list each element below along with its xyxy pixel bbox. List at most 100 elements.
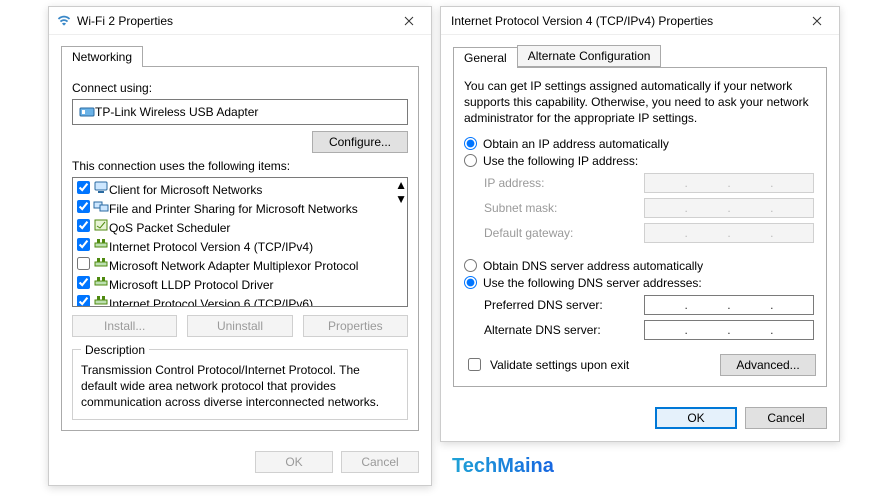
list-item[interactable]: Internet Protocol Version 6 (TCP/IPv6) xyxy=(73,292,395,306)
list-item-checkbox[interactable] xyxy=(77,295,90,306)
install-button[interactable]: Install... xyxy=(72,315,177,337)
preferred-dns-field[interactable]: . . . xyxy=(644,295,814,315)
close-button[interactable] xyxy=(797,8,837,34)
radio-ip-auto[interactable]: Obtain an IP address automatically xyxy=(464,137,816,151)
preferred-dns-octet-4[interactable] xyxy=(780,297,806,313)
list-item-checkbox[interactable] xyxy=(77,257,90,270)
properties-button[interactable]: Properties xyxy=(303,315,408,337)
general-panel: You can get IP settings assigned automat… xyxy=(453,68,827,387)
list-item-label: File and Printer Sharing for Microsoft N… xyxy=(109,202,358,216)
protocol-icon xyxy=(93,256,109,270)
radio-ip-auto-label: Obtain an IP address automatically xyxy=(483,137,669,151)
list-item-checkbox[interactable] xyxy=(77,181,90,194)
list-item-label: Microsoft LLDP Protocol Driver xyxy=(109,278,274,292)
alternate-dns-field[interactable]: . . . xyxy=(644,320,814,340)
protocol-icon xyxy=(93,180,109,194)
radio-dns-auto[interactable]: Obtain DNS server address automatically xyxy=(464,259,816,273)
titlebar: Wi-Fi 2 Properties xyxy=(49,7,431,35)
validate-settings-label: Validate settings upon exit xyxy=(490,358,629,372)
ok-button[interactable]: OK xyxy=(655,407,737,429)
dialog-body: General Alternate Configuration You can … xyxy=(441,35,839,397)
dialog-title: Internet Protocol Version 4 (TCP/IPv4) P… xyxy=(449,14,797,28)
radio-ip-manual-label: Use the following IP address: xyxy=(483,154,638,168)
subnet-mask-row: Subnet mask: ... xyxy=(484,198,816,218)
tab-alternate-configuration[interactable]: Alternate Configuration xyxy=(517,45,662,67)
tabrow: General Alternate Configuration xyxy=(453,45,827,68)
connect-using-label: Connect using: xyxy=(72,81,408,95)
protocol-icon xyxy=(93,199,109,213)
adapter-field: TP-Link Wireless USB Adapter xyxy=(72,99,408,125)
preferred-dns-octet-3[interactable] xyxy=(737,297,763,313)
description-groupbox: Description Transmission Control Protoco… xyxy=(72,349,408,420)
close-button[interactable] xyxy=(389,8,429,34)
subnet-mask-label: Subnet mask: xyxy=(484,201,644,215)
scroll-down-arrow[interactable]: ▼ xyxy=(395,192,407,206)
alternate-dns-octet-3[interactable] xyxy=(737,322,763,338)
dialog-footer: OK Cancel xyxy=(441,397,839,441)
validate-settings-input[interactable] xyxy=(468,358,481,371)
vertical-scrollbar[interactable]: ▲ ▼ xyxy=(395,178,407,306)
list-item-label: QoS Packet Scheduler xyxy=(109,221,230,235)
radio-ip-manual[interactable]: Use the following IP address: xyxy=(464,154,816,168)
list-item-label: Client for Microsoft Networks xyxy=(109,183,262,197)
scroll-up-arrow[interactable]: ▲ xyxy=(395,178,407,192)
list-item-checkbox[interactable] xyxy=(77,238,90,251)
list-item-checkbox[interactable] xyxy=(77,200,90,213)
list-item[interactable]: QoS Packet Scheduler xyxy=(73,216,395,235)
wifi-icon xyxy=(57,14,71,28)
alternate-dns-label: Alternate DNS server: xyxy=(484,323,644,337)
radio-dns-auto-label: Obtain DNS server address automatically xyxy=(483,259,703,273)
radio-dns-manual[interactable]: Use the following DNS server addresses: xyxy=(464,276,816,290)
list-item-checkbox[interactable] xyxy=(77,276,90,289)
description-text: Transmission Control Protocol/Internet P… xyxy=(81,362,399,411)
intro-text: You can get IP settings assigned automat… xyxy=(464,78,816,127)
alternate-dns-octet-4[interactable] xyxy=(780,322,806,338)
ip-address-row: IP address: ... xyxy=(484,173,816,193)
cancel-button[interactable]: Cancel xyxy=(341,451,419,473)
preferred-dns-octet-2[interactable] xyxy=(695,297,721,313)
list-item[interactable]: Microsoft Network Adapter Multiplexor Pr… xyxy=(73,254,395,273)
ok-button[interactable]: OK xyxy=(255,451,333,473)
validate-settings-checkbox[interactable]: Validate settings upon exit xyxy=(464,355,629,374)
watermark-text: TechMaina xyxy=(452,455,554,478)
connection-items-listbox[interactable]: Client for Microsoft Networks File and Pr… xyxy=(72,177,408,307)
list-item-label: Internet Protocol Version 6 (TCP/IPv6) xyxy=(109,297,313,306)
list-item[interactable]: Client for Microsoft Networks xyxy=(73,178,395,197)
list-item[interactable]: Internet Protocol Version 4 (TCP/IPv4) xyxy=(73,235,395,254)
radio-dns-manual-input[interactable] xyxy=(464,276,477,289)
protocol-icon xyxy=(93,275,109,289)
alternate-dns-row: Alternate DNS server: . . . xyxy=(484,320,816,340)
preferred-dns-octet-1[interactable] xyxy=(652,297,678,313)
description-title: Description xyxy=(81,343,149,357)
dialog-title: Wi-Fi 2 Properties xyxy=(77,14,389,28)
wifi-properties-dialog: Wi-Fi 2 Properties Networking Connect us… xyxy=(48,6,432,486)
list-item[interactable]: File and Printer Sharing for Microsoft N… xyxy=(73,197,395,216)
radio-dns-auto-input[interactable] xyxy=(464,259,477,272)
ipv4-properties-dialog: Internet Protocol Version 4 (TCP/IPv4) P… xyxy=(440,6,840,442)
tab-networking[interactable]: Networking xyxy=(61,46,143,67)
list-item-checkbox[interactable] xyxy=(77,219,90,232)
cancel-button[interactable]: Cancel xyxy=(745,407,827,429)
list-item-label: Internet Protocol Version 4 (TCP/IPv4) xyxy=(109,240,313,254)
list-item[interactable]: Microsoft LLDP Protocol Driver xyxy=(73,273,395,292)
protocol-icon xyxy=(93,218,109,232)
radio-ip-manual-input[interactable] xyxy=(464,154,477,167)
ip-address-label: IP address: xyxy=(484,176,644,190)
advanced-button[interactable]: Advanced... xyxy=(720,354,816,376)
tabrow: Networking xyxy=(61,45,419,67)
adapter-name: TP-Link Wireless USB Adapter xyxy=(95,105,258,119)
preferred-dns-row: Preferred DNS server: . . . xyxy=(484,295,816,315)
subnet-mask-field: ... xyxy=(644,198,814,218)
alternate-dns-octet-1[interactable] xyxy=(652,322,678,338)
list-item-label: Microsoft Network Adapter Multiplexor Pr… xyxy=(109,259,358,273)
items-label: This connection uses the following items… xyxy=(72,159,408,173)
uninstall-button[interactable]: Uninstall xyxy=(187,315,292,337)
dialog-footer: OK Cancel xyxy=(49,441,431,485)
networking-panel: Connect using: TP-Link Wireless USB Adap… xyxy=(61,67,419,431)
titlebar: Internet Protocol Version 4 (TCP/IPv4) P… xyxy=(441,7,839,35)
configure-button[interactable]: Configure... xyxy=(312,131,408,153)
ip-address-field: ... xyxy=(644,173,814,193)
radio-ip-auto-input[interactable] xyxy=(464,137,477,150)
tab-general[interactable]: General xyxy=(453,47,518,68)
alternate-dns-octet-2[interactable] xyxy=(695,322,721,338)
